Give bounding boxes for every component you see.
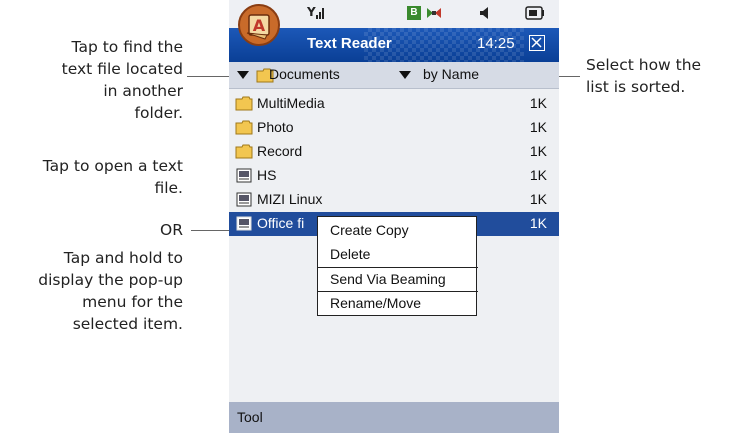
callout-line: file. [154,179,183,197]
folder-icon [235,96,253,111]
callout-sort-text: Select how the list is sorted. [586,54,736,98]
tool-menu-button[interactable]: Tool [237,409,263,425]
callout-line: Select how the [586,56,702,74]
folder-label: Documents [269,66,340,82]
list-item[interactable]: Photo 1K [229,116,559,140]
svg-text:Y: Y [307,5,316,19]
menu-item-delete[interactable]: Delete [318,243,478,266]
file-size: 1K [529,119,547,135]
file-name: MIZI Linux [257,191,323,207]
callout-line: selected item. [72,315,183,333]
battery-icon [525,6,544,20]
folder-icon [235,144,253,159]
bowtie-icon [427,8,441,18]
callout-line: display the pop-up [38,271,183,289]
clock: 14:25 [477,35,515,52]
close-button[interactable] [529,35,545,51]
text-file-icon [236,192,252,207]
svg-text:A: A [253,16,266,35]
file-name: HS [257,167,277,183]
file-name: MultiMedia [257,95,325,111]
menu-item-send-via-beaming[interactable]: Send Via Beaming [318,268,478,291]
text-reader-app-icon: A [238,4,280,46]
callout-open-text: Tap to open a text file. [0,155,183,199]
list-item[interactable]: MultiMedia 1K [229,92,559,116]
file-name: Photo [257,119,294,135]
folder-dropdown[interactable]: Documents [237,64,377,86]
menu-item-rename-move[interactable]: Rename/Move [318,292,478,315]
speaker-icon [480,7,488,19]
callout-line: folder. [134,104,184,122]
callout-line: Tap to find the [71,38,183,56]
leader-line-file [191,230,233,231]
phone-screen: Y B A Text Reader 14:25 Documents by Nam… [229,0,559,433]
callout-line: Tap to open a text [42,157,183,175]
callout-line: Tap and hold to [63,249,183,267]
file-size: 1K [529,95,547,111]
list-item[interactable]: Record 1K [229,140,559,164]
file-size: 1K [529,191,547,207]
file-size: 1K [529,143,547,159]
callout-line: menu for the [82,293,183,311]
dropdown-arrow-icon [399,71,411,79]
bottom-bar [229,402,559,433]
file-size: 1K [529,167,547,183]
callout-or-text: OR [160,221,183,239]
network-indicator: B [407,6,421,20]
callout-line: in another [103,82,183,100]
callout-line: list is sorted. [586,78,686,96]
close-icon [531,37,542,48]
sort-dropdown[interactable]: by Name [399,64,519,86]
popup-menu: Create Copy Delete Send Via Beaming Rena… [317,216,478,316]
sort-label: by Name [423,66,480,82]
file-name: Office fi [257,215,305,231]
file-name: Record [257,143,303,159]
list-item[interactable]: HS 1K [229,164,559,188]
text-file-icon [236,216,252,231]
callout-line: text file located [61,60,183,78]
signal-icon: Y [307,5,324,19]
dropdown-arrow-icon [237,71,249,79]
callout-or: OR [0,219,183,241]
callout-hold-text: Tap and hold to display the pop-up menu … [0,247,183,335]
list-item[interactable]: MIZI Linux 1K [229,188,559,212]
app-title: Text Reader [307,35,392,52]
file-size: 1K [529,215,547,231]
callout-find-text: Tap to find the text file located in ano… [0,36,183,124]
text-file-icon [236,168,252,183]
folder-icon [235,120,253,135]
menu-item-create-copy[interactable]: Create Copy [318,219,478,242]
